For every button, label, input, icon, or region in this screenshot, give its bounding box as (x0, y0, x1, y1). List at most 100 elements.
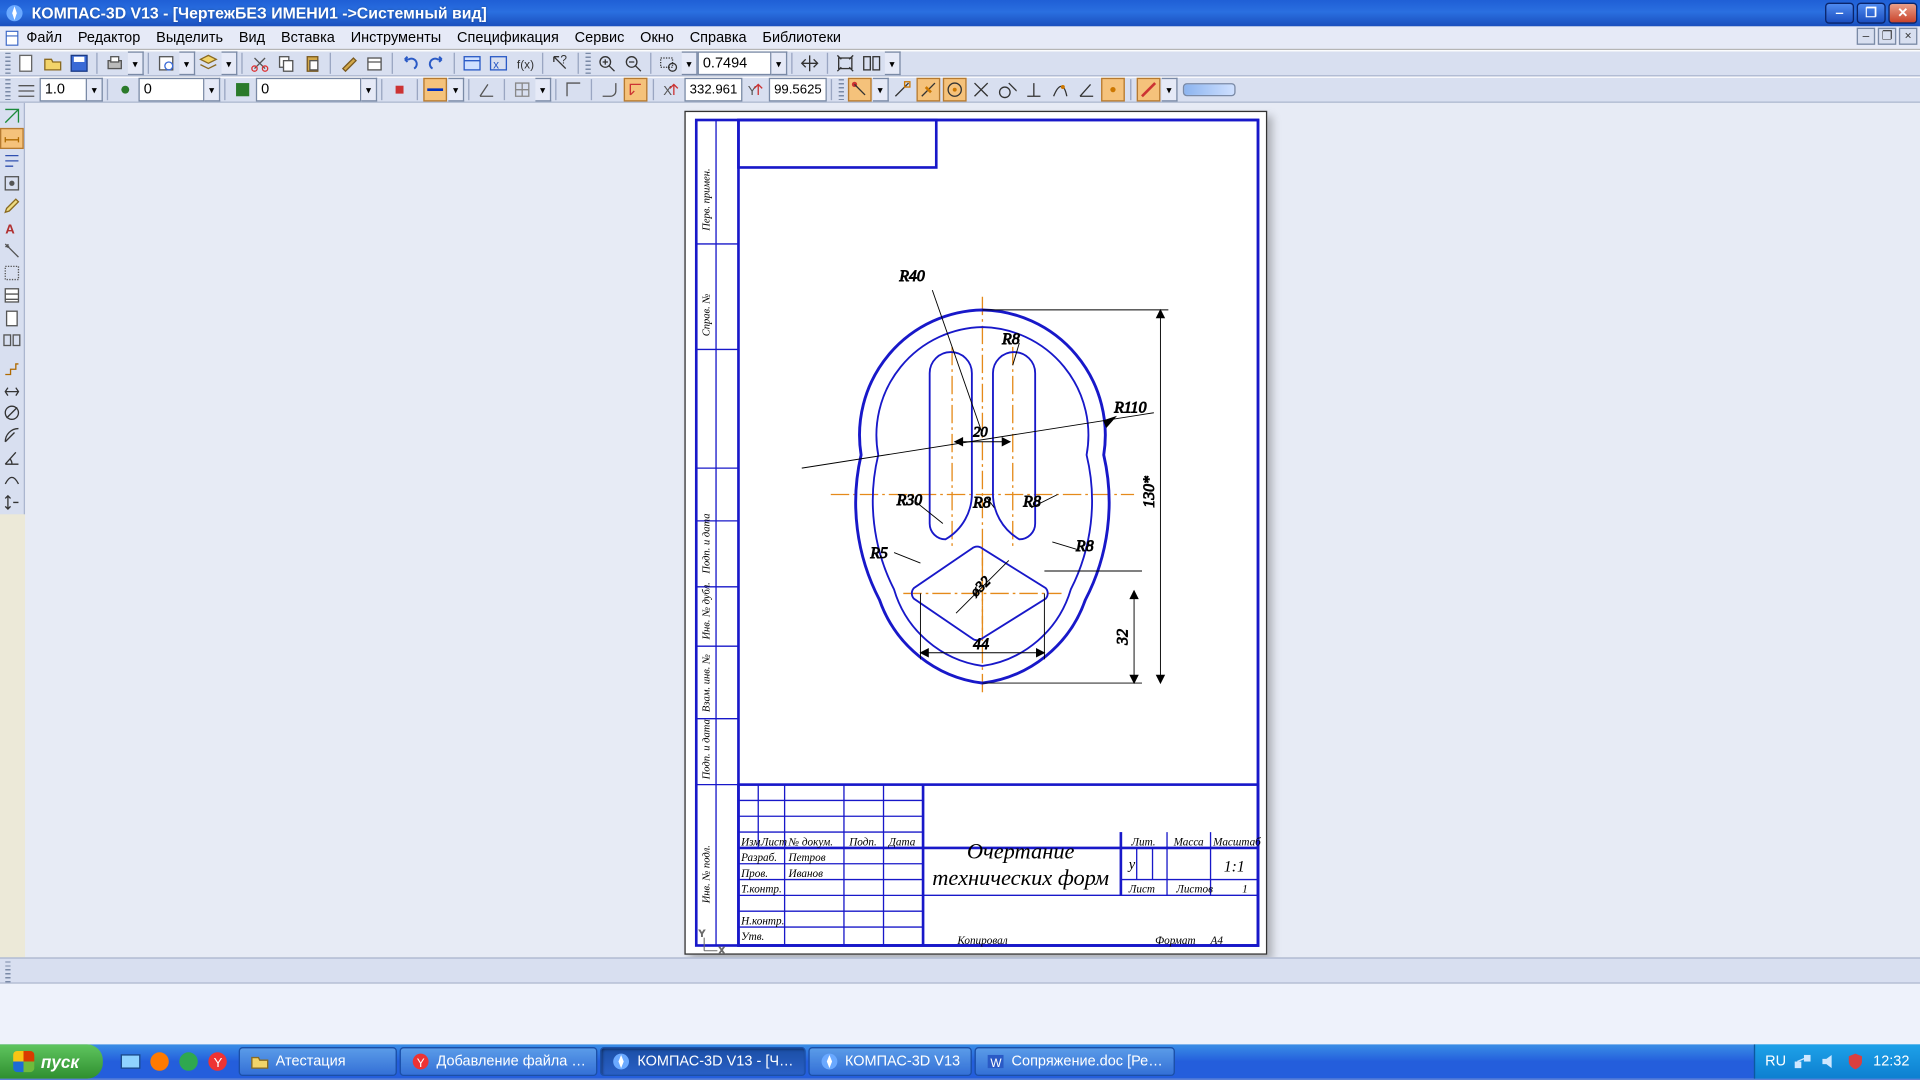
step-dropdown[interactable]: ▾ (87, 78, 103, 102)
zoom-out-button[interactable] (621, 51, 645, 75)
edit-button[interactable] (0, 195, 24, 216)
help-button[interactable]: ? (549, 51, 573, 75)
pan-button[interactable] (798, 51, 822, 75)
layers-dropdown[interactable]: ▾ (222, 51, 238, 75)
menu-insert[interactable]: Вставка (281, 30, 335, 46)
measure-button[interactable] (0, 240, 24, 261)
print-button[interactable] (103, 51, 127, 75)
step-input[interactable] (40, 78, 87, 102)
manager-button[interactable] (460, 51, 484, 75)
ortho-button[interactable] (562, 78, 586, 102)
snap-nearest-button[interactable] (1048, 78, 1072, 102)
cut-button[interactable] (248, 51, 272, 75)
show-desktop-icon[interactable] (119, 1050, 143, 1074)
menu-help[interactable]: Справка (690, 30, 747, 46)
mdi-minimize-button[interactable]: ‒ (1857, 28, 1875, 45)
network-icon[interactable] (1794, 1052, 1812, 1070)
fit-button[interactable] (833, 51, 857, 75)
task-button[interactable]: W Сопряжение.doc [Ре… (975, 1047, 1175, 1076)
state-icon[interactable] (113, 78, 137, 102)
minimize-button[interactable]: ‒ (1825, 3, 1854, 24)
opacity-slider[interactable] (1183, 83, 1236, 96)
shield-icon[interactable] (1847, 1052, 1865, 1070)
layer-color-button[interactable] (231, 78, 255, 102)
layer-dropdown[interactable]: ▾ (361, 78, 377, 102)
snap-normal-button[interactable] (1022, 78, 1046, 102)
properties-button[interactable] (363, 51, 387, 75)
menu-libraries[interactable]: Библиотеки (762, 30, 841, 46)
linear-dim-button[interactable] (0, 380, 24, 401)
geometry-button[interactable] (0, 105, 24, 126)
task-button[interactable]: Y Добавление файла … (400, 1047, 598, 1076)
undo-button[interactable] (398, 51, 422, 75)
highlight-button[interactable] (1137, 78, 1161, 102)
snap-angle-button[interactable] (1075, 78, 1099, 102)
browser1-icon[interactable] (148, 1050, 172, 1074)
highlight-dropdown[interactable]: ▾ (1162, 78, 1178, 102)
dimensions-button[interactable] (0, 128, 24, 149)
zoom-combo[interactable]: ▾ (698, 51, 788, 75)
toolbar-grip[interactable] (5, 53, 10, 74)
parametrize-button[interactable]: A (0, 218, 24, 239)
yandex-icon[interactable]: Y (206, 1050, 230, 1074)
snap-mid-button[interactable] (916, 78, 940, 102)
volume-icon[interactable] (1820, 1052, 1838, 1070)
toolbar-grip[interactable] (839, 79, 844, 100)
start-button[interactable]: пуск (0, 1044, 103, 1078)
toolbar-grip[interactable] (585, 53, 590, 74)
layers-toggle-button[interactable] (15, 78, 39, 102)
zoom-window-dropdown[interactable]: ▾ (682, 51, 698, 75)
save-button[interactable] (67, 51, 91, 75)
menu-select[interactable]: Выделить (156, 30, 223, 46)
snap-toggle-button[interactable] (848, 78, 872, 102)
new-button[interactable] (15, 51, 39, 75)
zoom-input[interactable] (698, 51, 772, 75)
snap-center-button[interactable] (943, 78, 967, 102)
insert-views-button[interactable] (0, 330, 24, 351)
menu-view[interactable]: Вид (239, 30, 265, 46)
height-dim-button[interactable] (0, 492, 24, 513)
snap-endpoint-button[interactable] (890, 78, 914, 102)
lang-indicator[interactable]: RU (1765, 1054, 1786, 1070)
angle-lock-button[interactable] (475, 78, 499, 102)
print-dropdown[interactable]: ▾ (128, 51, 144, 75)
diameter-dim-button[interactable] (0, 402, 24, 423)
paste-button[interactable] (301, 51, 325, 75)
preview-button[interactable] (154, 51, 178, 75)
task-button[interactable]: КОМПАС-3D V13 (808, 1047, 972, 1076)
select-button[interactable] (0, 262, 24, 283)
clock[interactable]: 12:32 (1873, 1054, 1909, 1070)
menu-window[interactable]: Окно (640, 30, 674, 46)
lcs-button[interactable] (624, 78, 648, 102)
open-button[interactable] (41, 51, 65, 75)
toolbar-grip[interactable] (5, 961, 10, 982)
preview-dropdown[interactable]: ▾ (179, 51, 195, 75)
layer-input[interactable] (256, 78, 361, 102)
notation-button[interactable] (0, 150, 24, 171)
mdi-close-button[interactable]: × (1899, 28, 1917, 45)
linestyle-button[interactable] (423, 78, 447, 102)
state-dropdown[interactable]: ▾ (204, 78, 220, 102)
menu-tools[interactable]: Инструменты (351, 30, 441, 46)
fit-all-button[interactable] (860, 51, 884, 75)
angular-dim-button[interactable] (0, 447, 24, 468)
grid-button[interactable] (510, 78, 534, 102)
stoparrow-button[interactable] (388, 78, 412, 102)
grid-dropdown[interactable]: ▾ (535, 78, 551, 102)
spec-button[interactable] (0, 285, 24, 306)
copy-button[interactable] (274, 51, 298, 75)
task-button[interactable]: Атестация (239, 1047, 397, 1076)
zoom-in-button[interactable] (595, 51, 619, 75)
snap-tangent-button[interactable] (996, 78, 1020, 102)
brush-button[interactable] (336, 51, 360, 75)
arc-dim-button[interactable] (0, 469, 24, 490)
maximize-button[interactable]: ❐ (1857, 3, 1886, 24)
browser2-icon[interactable] (177, 1050, 201, 1074)
menu-file[interactable]: Файл (26, 30, 62, 46)
drawing-canvas[interactable]: Перв. примен. Справ. № Подп. и дата Инв.… (25, 103, 1920, 958)
build-notation-button[interactable] (0, 173, 24, 194)
menu-editor[interactable]: Редактор (78, 30, 140, 46)
close-button[interactable]: ✕ (1888, 3, 1917, 24)
mdi-restore-button[interactable]: ❐ (1878, 28, 1896, 45)
linestyle-dropdown[interactable]: ▾ (448, 78, 464, 102)
